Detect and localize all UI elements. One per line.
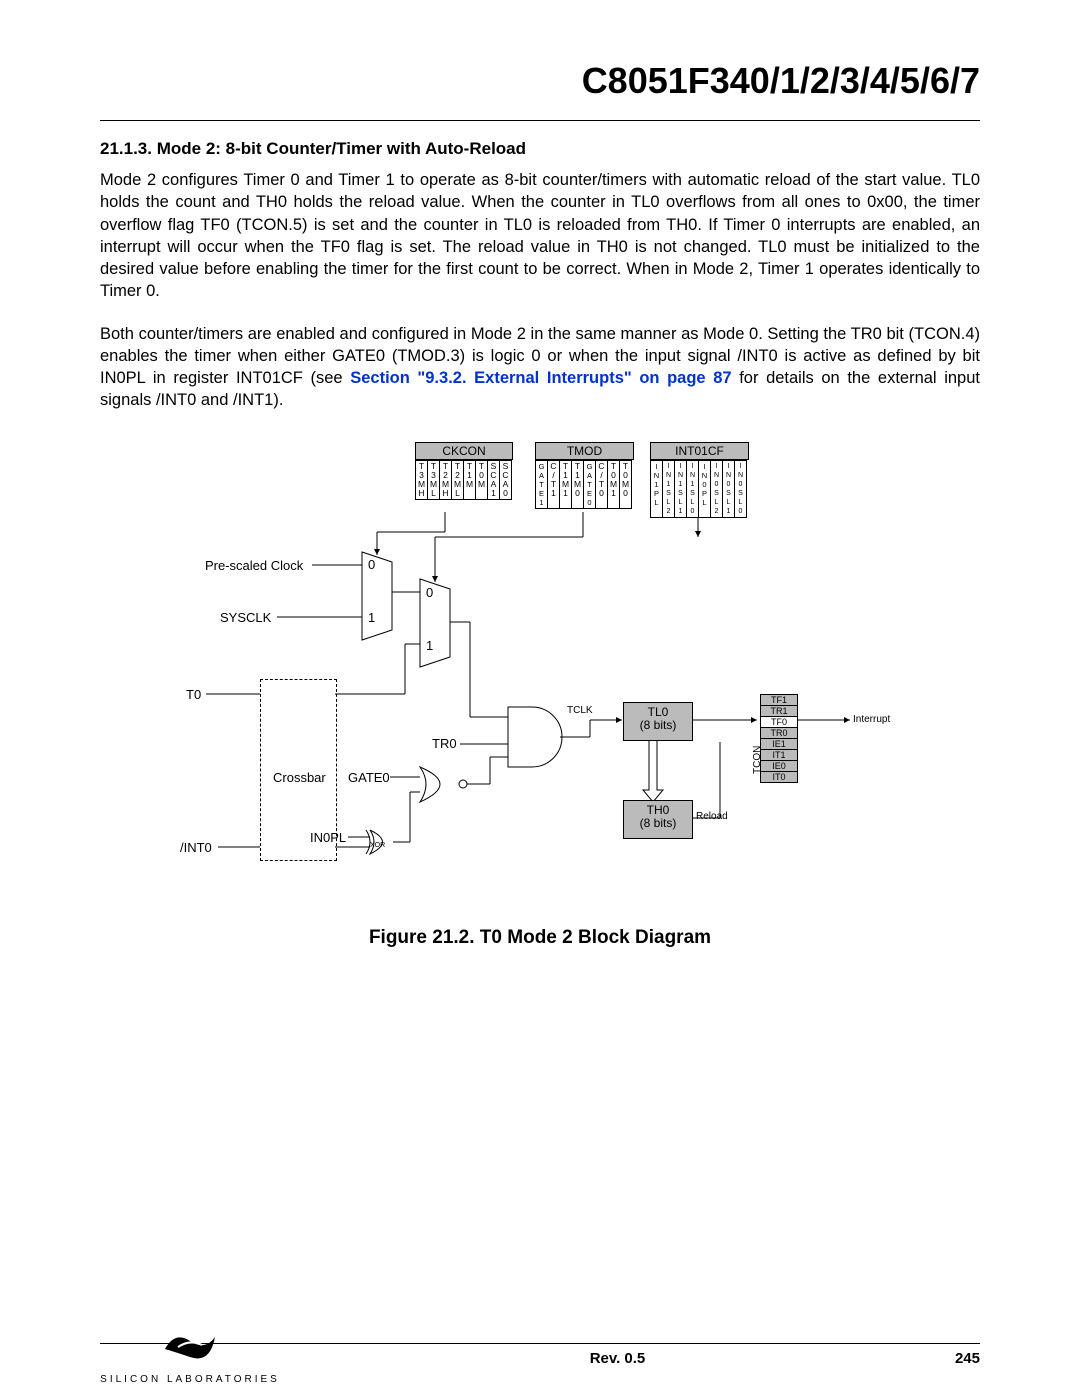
tmod-bit-1: C/T1 [548, 460, 560, 509]
mux1-in1: 1 [368, 610, 375, 625]
lbl-sysclk: SYSCLK [220, 610, 271, 625]
reg-tmod: TMOD GATE1 C/T1 T1M1 T1M0 GATE0 C/T0 T0M… [535, 442, 634, 509]
lbl-int0: /INT0 [180, 840, 212, 855]
crossref-link[interactable]: Section "9.3.2. External Interrupts" on … [350, 369, 731, 387]
reg-tmod-title: TMOD [535, 442, 634, 460]
page-header-chip: C8051F340/1/2/3/4/5/6/7 [100, 60, 980, 102]
mux1-in0: 0 [368, 557, 375, 572]
lbl-interrupt: Interrupt [853, 714, 890, 725]
ckcon-bit-4: T1M [464, 460, 476, 500]
logo-icon [160, 1329, 220, 1369]
figure-caption: Figure 21.2. T0 Mode 2 Block Diagram [100, 927, 980, 949]
tcon-row-2: TF0 [761, 717, 797, 728]
lbl-gate0: GATE0 [348, 770, 390, 785]
tmod-bit-0: GATE1 [535, 460, 548, 509]
int01cf-bit-1: IN1SL2 [663, 460, 675, 518]
th0-sub: (8 bits) [640, 816, 677, 830]
int01cf-bit-5: IN0SL2 [711, 460, 723, 518]
lbl-tclk: TCLK [567, 705, 593, 716]
tmod-bit-4: GATE0 [584, 460, 596, 509]
reg-ckcon-title: CKCON [415, 442, 513, 460]
tcon-row-7: IT0 [761, 772, 797, 782]
mux2-in0: 0 [426, 585, 433, 600]
int01cf-bit-3: IN1SL0 [687, 460, 699, 518]
section-title: Mode 2: 8-bit Counter/Timer with Auto-Re… [157, 139, 526, 158]
tcon-row-1: TR1 [761, 706, 797, 717]
tmod-bit-6: T0M1 [608, 460, 620, 509]
tcon-row-6: IE0 [761, 761, 797, 772]
company-name: SILICON LABORATORIES [100, 1374, 280, 1385]
reg-int01cf-title: INT01CF [650, 442, 749, 460]
int01cf-bit-6: IN0SL1 [723, 460, 735, 518]
tmod-bit-3: T1M0 [572, 460, 584, 509]
box-tcon: TF1 TR1 TF0 TR0 IE1 IT1 IE0 IT0 [760, 694, 798, 783]
lbl-prescaled-clock: Pre-scaled Clock [205, 558, 303, 573]
th0-title: TH0 [647, 803, 670, 817]
lbl-t0: T0 [186, 687, 201, 702]
mux2-in1: 1 [426, 638, 433, 653]
tmod-bit-5: C/T0 [596, 460, 608, 509]
paragraph-2: Both counter/timers are enabled and conf… [100, 323, 980, 412]
tmod-bit-2: T1M1 [560, 460, 572, 509]
tmod-bit-7: T0M0 [620, 460, 632, 509]
ckcon-bit-6: SCA1 [488, 460, 500, 500]
reg-int01cf: INT01CF IN1PL IN1SL2 IN1SL1 IN1SL0 IN0PL… [650, 442, 749, 518]
lbl-tr0: TR0 [432, 736, 457, 751]
int01cf-bit-7: IN0SL0 [735, 460, 747, 518]
revision-text: Rev. 0.5 [280, 1350, 955, 1367]
paragraph-1: Mode 2 configures Timer 0 and Timer 1 to… [100, 169, 980, 303]
company-logo: SILICON LABORATORIES [100, 1329, 280, 1385]
tcon-row-0: TF1 [761, 695, 797, 706]
box-tl0: TL0 (8 bits) [623, 702, 693, 741]
int01cf-bit-2: IN1SL1 [675, 460, 687, 518]
crossbar-box [260, 679, 337, 861]
tl0-sub: (8 bits) [640, 718, 677, 732]
lbl-reload: Reload [696, 811, 728, 822]
ckcon-bit-3: T2ML [452, 460, 464, 500]
ckcon-bit-7: SCA0 [500, 460, 512, 500]
ckcon-bit-1: T3ML [428, 460, 440, 500]
section-heading: 21.1.3. Mode 2: 8-bit Counter/Timer with… [100, 139, 980, 159]
block-diagram: CKCON T3MH T3ML T2MH T2ML T1M T0M SCA1 S… [160, 442, 920, 912]
ckcon-bit-0: T3MH [415, 460, 428, 500]
header-rule [100, 120, 980, 121]
int01cf-bit-4: IN0PL [699, 460, 711, 518]
page-footer: SILICON LABORATORIES Rev. 0.5 245 [100, 1335, 980, 1367]
tcon-row-3: TR0 [761, 728, 797, 739]
lbl-xor: XOR [370, 842, 385, 849]
section-number: 21.1.3. [100, 139, 152, 158]
int01cf-bit-0: IN1PL [650, 460, 663, 518]
reg-ckcon: CKCON T3MH T3ML T2MH T2ML T1M T0M SCA1 S… [415, 442, 513, 500]
tcon-row-4: IE1 [761, 739, 797, 750]
box-th0: TH0 (8 bits) [623, 800, 693, 839]
page-number: 245 [955, 1350, 980, 1367]
tcon-title: TCON [752, 745, 763, 773]
ckcon-bit-5: T0M [476, 460, 488, 500]
tcon-row-5: IT1 [761, 750, 797, 761]
ckcon-bit-2: T2MH [440, 460, 452, 500]
tl0-title: TL0 [648, 705, 669, 719]
